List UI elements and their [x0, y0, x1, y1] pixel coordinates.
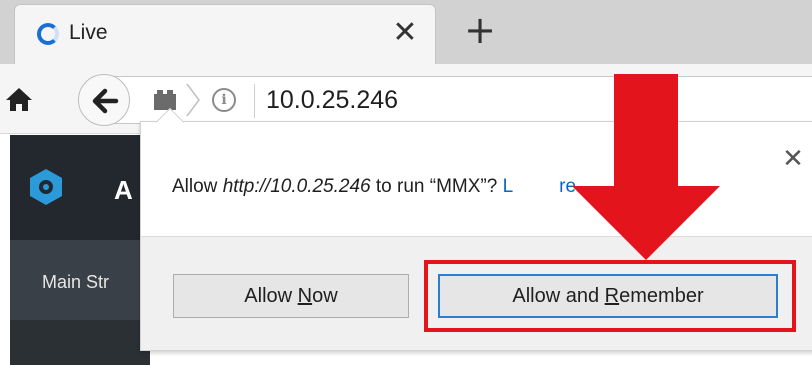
separator-chevron	[184, 80, 202, 120]
allow-now-button[interactable]: Allow Now	[173, 274, 409, 318]
url-divider	[254, 84, 255, 118]
tab-strip: Live ✕ +	[0, 0, 812, 64]
new-tab-plus-icon[interactable]: +	[458, 8, 502, 52]
back-arrow-icon	[92, 88, 119, 114]
info-icon[interactable]: i	[212, 88, 236, 112]
app-panel	[10, 320, 150, 365]
learn-more-visible: L	[502, 176, 514, 197]
url-text[interactable]: 10.0.25.246	[266, 86, 398, 115]
favicon-icon	[37, 23, 59, 45]
message-prefix: Allow	[172, 176, 223, 197]
message-url: http://10.0.25.246	[222, 176, 371, 197]
message-middle: to run “MMX”?	[370, 176, 503, 197]
subnav-item-main-stream[interactable]: Main Str	[42, 272, 109, 293]
back-button[interactable]	[78, 74, 130, 126]
tab-live[interactable]: Live ✕	[14, 4, 436, 64]
red-down-arrow-icon	[572, 74, 720, 260]
app-logo-icon	[26, 167, 66, 207]
popup-message: Allow http://10.0.25.246 to run “MMX”? L…	[172, 176, 592, 198]
app-title: A	[114, 175, 133, 205]
tab-close-icon[interactable]: ✕	[385, 13, 425, 53]
popup-close-icon[interactable]: ✕	[776, 142, 810, 176]
red-highlight-box	[424, 260, 796, 332]
home-icon[interactable]	[4, 84, 34, 114]
plugin-icon[interactable]	[152, 88, 178, 112]
tab-title: Live	[69, 21, 108, 44]
